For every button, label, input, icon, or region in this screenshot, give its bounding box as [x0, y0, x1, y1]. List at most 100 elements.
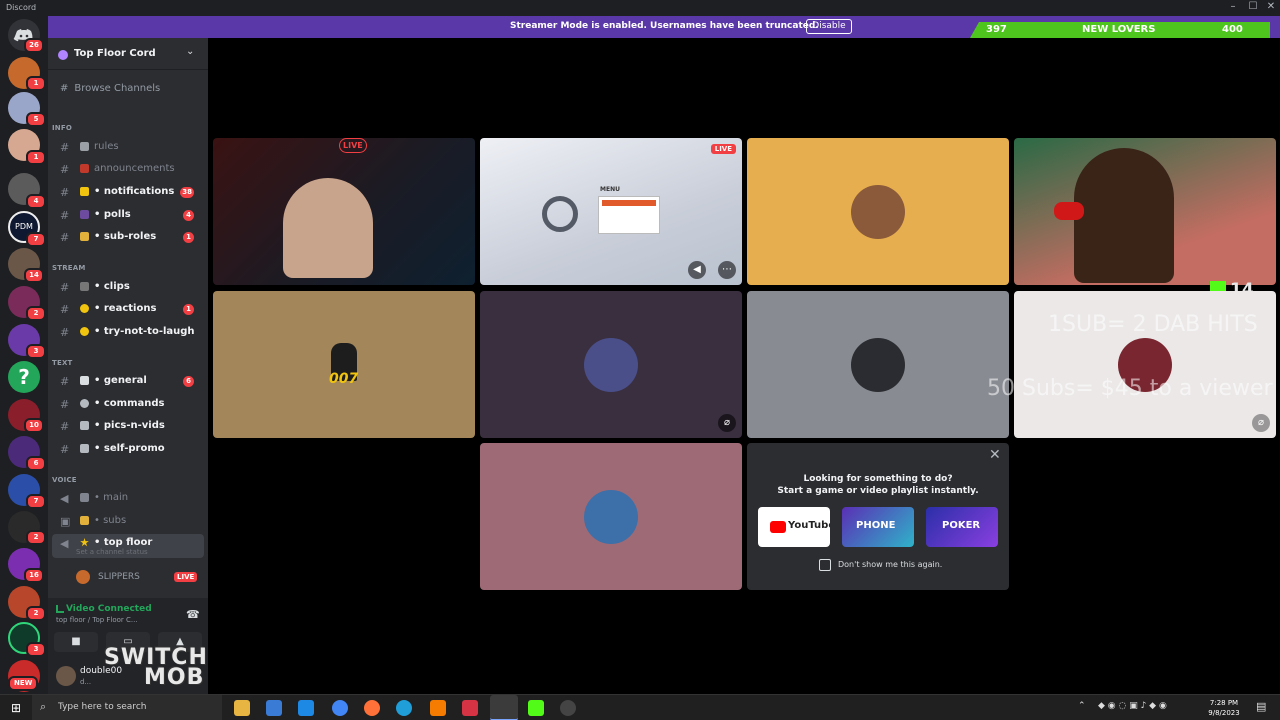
video-tile-webcam-2[interactable]	[1014, 138, 1276, 285]
server-badge: 4	[26, 194, 46, 209]
channel-rules[interactable]: # rules	[52, 138, 204, 158]
volume-icon[interactable]: ◀	[688, 261, 706, 279]
channel-label: announcements	[94, 163, 175, 174]
store-icon[interactable]	[266, 700, 282, 716]
avatar[interactable]	[56, 666, 76, 686]
video-tile-user[interactable]	[747, 138, 1009, 285]
channel-announcements[interactable]: # announcements	[52, 160, 204, 180]
mention-badge: 6	[183, 376, 194, 387]
overwatch-logo-icon	[542, 196, 578, 232]
dont-show-label: Don't show me this again.	[838, 560, 943, 569]
category-text[interactable]: TEXT	[52, 359, 73, 367]
voice-connected-status[interactable]: Video Connected	[66, 604, 152, 614]
activity-label: POKER	[942, 520, 981, 531]
game-menu-item	[602, 200, 656, 206]
bell-icon	[80, 187, 89, 196]
tray-icons[interactable]: ◆ ◉ ◌ ▣ ♪ ◆ ◉	[1098, 701, 1167, 711]
server-badge: 10	[24, 418, 44, 433]
channel-notifications[interactable]: # • notifications 38	[52, 183, 204, 203]
edge-icon[interactable]	[396, 700, 412, 716]
server-badge: 1	[26, 76, 46, 91]
explore-servers-button[interactable]: ?	[8, 361, 40, 393]
video-tile-screenshare[interactable]: MENU LIVE ◀ ⋯	[480, 138, 742, 285]
minimize-button[interactable]: –	[1224, 1, 1242, 12]
system-clock[interactable]: 7:28 PM 9/8/2023	[1202, 698, 1246, 718]
channel-sub-roles[interactable]: # • sub-roles 1	[52, 228, 204, 248]
notifications-icon[interactable]: ▤	[1256, 700, 1266, 713]
server-badge: 7	[26, 232, 46, 247]
windows-start-icon[interactable]: ⊞	[8, 700, 24, 716]
camera-button[interactable]: ■	[54, 632, 98, 652]
server-header[interactable]: Top Floor Cord ⌄	[48, 38, 208, 70]
speaker-icon: ◀	[60, 492, 69, 505]
category-voice[interactable]: VOICE	[52, 476, 77, 484]
channel-general[interactable]: # • general 6	[52, 372, 204, 392]
hash-icon: #	[60, 398, 70, 411]
disconnect-icon[interactable]: ☎	[186, 608, 200, 621]
app-icon[interactable]	[462, 700, 478, 716]
voice-channel-subs[interactable]: ▣ • subs	[52, 512, 204, 532]
hash-icon: #	[60, 303, 70, 316]
money-icon	[80, 232, 89, 241]
video-tile-user[interactable]: ⌀	[480, 291, 742, 438]
maximize-button[interactable]: ☐	[1244, 1, 1262, 12]
close-window-button[interactable]: ✕	[1262, 1, 1280, 12]
category-stream[interactable]: STREAM	[52, 264, 86, 272]
discord-taskbar-icon[interactable]	[490, 695, 518, 720]
activity-youtube[interactable]: YouTube	[758, 507, 830, 547]
dont-show-checkbox[interactable]	[819, 559, 831, 571]
stream-overlay-text: 50 Subs= $45 to a viewer	[987, 376, 1273, 401]
channel-try-not-to-laugh[interactable]: # • try-not-to-laugh	[52, 323, 204, 343]
channel-label: rules	[94, 141, 119, 152]
channel-status[interactable]: Set a channel status	[76, 548, 148, 556]
taskbar-search[interactable]: ⌕ Type here to search	[32, 695, 222, 720]
mention-badge: 1	[183, 232, 194, 243]
disable-streamer-mode-button[interactable]: Disable	[806, 19, 852, 34]
server-badge: 14	[24, 268, 44, 283]
server-badge: 2	[26, 306, 46, 321]
channel-label: • sub-roles	[94, 231, 157, 242]
follower-goal-bar: 397 NEW LOVERS 400	[970, 22, 1270, 38]
window-titlebar: Discord – ☐ ✕	[0, 0, 1280, 16]
chart-icon	[80, 210, 89, 219]
obs-icon[interactable]	[560, 700, 576, 716]
channel-polls[interactable]: # • polls 4	[52, 206, 204, 226]
video-tile-user[interactable]: 007	[213, 291, 475, 438]
channel-self-promo[interactable]: # • self-promo	[52, 440, 204, 460]
voice-channel-main[interactable]: ◀ • main	[52, 489, 204, 509]
more-options-icon[interactable]: ⋯	[718, 261, 736, 279]
mention-badge: 38	[180, 187, 194, 198]
channel-commands[interactable]: # • commands	[52, 395, 204, 415]
live-neon-sign: LIVE	[339, 138, 367, 153]
chat-icon	[80, 376, 89, 385]
file-explorer-icon[interactable]	[234, 700, 250, 716]
browse-channels[interactable]: # Browse Channels	[60, 83, 160, 94]
tray-chevron-icon[interactable]: ⌃	[1078, 701, 1086, 711]
channel-reactions[interactable]: # • reactions 1	[52, 300, 204, 320]
category-info[interactable]: INFO	[52, 124, 72, 132]
firefox-icon[interactable]	[364, 700, 380, 716]
video-tile-webcam[interactable]: LIVE	[213, 138, 475, 285]
popup-title-line: Looking for something to do?	[803, 474, 953, 484]
clock-time: 7:28 PM	[1209, 699, 1239, 707]
close-icon[interactable]: ✕	[989, 447, 1001, 463]
channel-pics-n-vids[interactable]: # • pics-n-vids	[52, 417, 204, 437]
watermark-line: MOB	[144, 665, 205, 690]
stream-overlay-text: 1SUB= 2 DAB HITS	[1048, 312, 1258, 337]
activity-suggestion-popup: ✕ Looking for something to do? Start a g…	[747, 443, 1009, 590]
voice-channel-top-floor[interactable]: ◀ • top floor Set a channel status	[52, 534, 204, 558]
switchmob-watermark: SWITCH MOB	[104, 647, 208, 690]
windows-taskbar: ⊞ ⌕ Type here to search ⌃ ◆ ◉ ◌ ▣ ♪ ◆ ◉ …	[0, 694, 1280, 720]
mail-icon[interactable]	[298, 700, 314, 716]
game-menu	[598, 196, 660, 234]
activity-poker-night[interactable]: POKER	[926, 507, 998, 547]
video-tile-user[interactable]	[480, 443, 742, 590]
lock-icon: ▣	[60, 515, 71, 528]
channel-clips[interactable]: # • clips	[52, 278, 204, 298]
chrome-icon[interactable]	[332, 700, 348, 716]
channel-label: • subs	[94, 515, 127, 526]
activity-gartic-phone[interactable]: PHONE	[842, 507, 914, 547]
kick-taskbar-icon[interactable]	[528, 700, 544, 716]
app-icon[interactable]	[430, 700, 446, 716]
video-tile-user[interactable]	[747, 291, 1009, 438]
